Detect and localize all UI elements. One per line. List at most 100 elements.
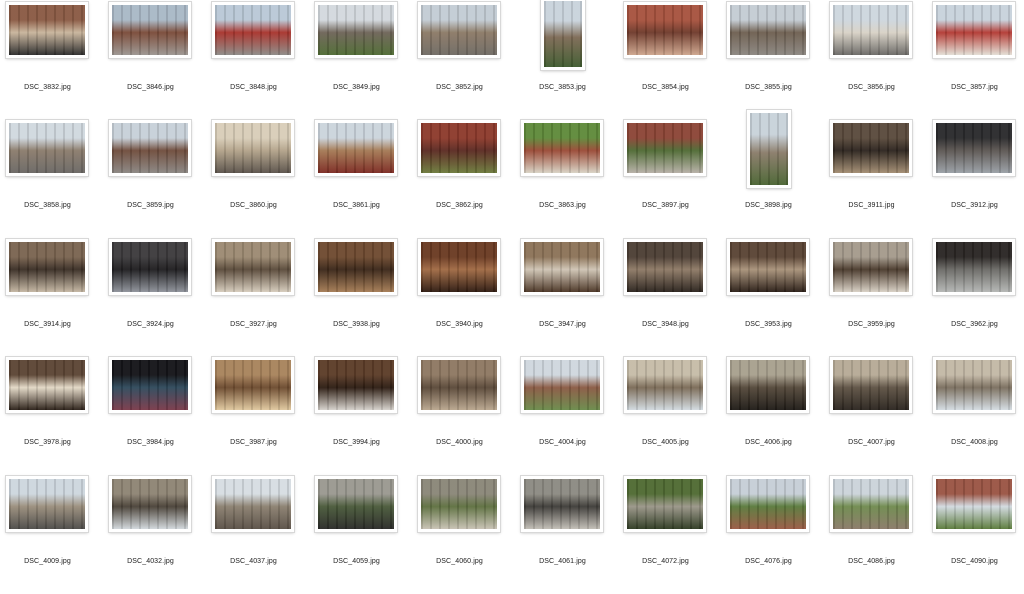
file-item[interactable]: DSC_4007.jpg [820,357,923,475]
file-item[interactable]: DSC_4005.jpg [614,357,717,475]
file-item[interactable]: DSC_3855.jpg [717,2,820,120]
file-item[interactable]: DSC_3959.jpg [820,239,923,357]
thumbnail-image[interactable] [624,476,706,532]
file-item[interactable]: DSC_3927.jpg [202,239,305,357]
thumbnail-image[interactable] [315,357,397,413]
thumbnail-image[interactable] [418,476,500,532]
file-item[interactable]: DSC_3859.jpg [99,120,202,238]
thumbnail-image[interactable] [933,2,1015,58]
thumbnail-image[interactable] [315,2,397,58]
thumbnail-image[interactable] [212,2,294,58]
file-item[interactable]: DSC_4006.jpg [717,357,820,475]
file-item[interactable]: DSC_3953.jpg [717,239,820,357]
thumbnail-image[interactable] [315,239,397,295]
thumbnail-image[interactable] [418,239,500,295]
thumbnail-image[interactable] [727,239,809,295]
file-item[interactable]: DSC_3854.jpg [614,2,717,120]
thumbnail-image[interactable] [521,239,603,295]
thumbnail-image[interactable] [418,357,500,413]
file-item[interactable]: DSC_3947.jpg [511,239,614,357]
thumbnail-image[interactable] [6,120,88,176]
thumbnail-image[interactable] [521,357,603,413]
file-item[interactable]: DSC_3994.jpg [305,357,408,475]
file-item[interactable]: DSC_3924.jpg [99,239,202,357]
file-item[interactable]: DSC_3962.jpg [923,239,1024,357]
thumbnail-image[interactable] [830,239,912,295]
thumbnail-image[interactable] [521,120,603,176]
file-item[interactable]: DSC_3858.jpg [0,120,99,238]
file-item[interactable]: DSC_4060.jpg [408,476,511,594]
file-item[interactable]: DSC_3846.jpg [99,2,202,120]
file-item[interactable]: DSC_3853.jpg [511,0,614,120]
file-item[interactable]: DSC_4032.jpg [99,476,202,594]
file-item[interactable]: DSC_3860.jpg [202,120,305,238]
file-item[interactable]: DSC_4072.jpg [614,476,717,594]
thumbnail-image[interactable] [212,239,294,295]
thumbnail-image[interactable] [212,120,294,176]
file-item[interactable]: DSC_3856.jpg [820,2,923,120]
thumbnail-image[interactable] [624,357,706,413]
thumbnail-image[interactable] [418,120,500,176]
file-item[interactable]: DSC_4061.jpg [511,476,614,594]
thumbnail-image[interactable] [109,357,191,413]
thumbnail-image[interactable] [747,110,791,188]
file-item[interactable]: DSC_3940.jpg [408,239,511,357]
file-item[interactable]: DSC_3898.jpg [717,110,820,238]
thumbnail-image[interactable] [624,120,706,176]
thumbnail-image[interactable] [624,239,706,295]
file-item[interactable]: DSC_3984.jpg [99,357,202,475]
thumbnail-image[interactable] [830,2,912,58]
thumbnail-image[interactable] [830,357,912,413]
thumbnail-image[interactable] [212,476,294,532]
file-item[interactable]: DSC_4004.jpg [511,357,614,475]
thumbnail-image[interactable] [109,2,191,58]
file-item[interactable]: DSC_4076.jpg [717,476,820,594]
file-item[interactable]: DSC_4000.jpg [408,357,511,475]
thumbnail-image[interactable] [109,239,191,295]
thumbnail-image[interactable] [315,476,397,532]
thumbnail-image[interactable] [109,476,191,532]
file-item[interactable]: DSC_4059.jpg [305,476,408,594]
file-item[interactable]: DSC_4086.jpg [820,476,923,594]
thumbnail-image[interactable] [418,2,500,58]
thumbnail-image[interactable] [315,120,397,176]
file-item[interactable]: DSC_3848.jpg [202,2,305,120]
thumbnail-image[interactable] [6,357,88,413]
thumbnail-image[interactable] [727,476,809,532]
thumbnail-image[interactable] [933,239,1015,295]
thumbnail-image[interactable] [727,357,809,413]
thumbnail-image[interactable] [6,239,88,295]
file-item[interactable]: DSC_3861.jpg [305,120,408,238]
file-item[interactable]: DSC_3857.jpg [923,2,1024,120]
file-item[interactable]: DSC_3912.jpg [923,120,1024,238]
thumbnail-image[interactable] [6,476,88,532]
file-item[interactable]: DSC_3978.jpg [0,357,99,475]
thumbnail-image[interactable] [727,2,809,58]
thumbnail-image[interactable] [624,2,706,58]
file-item[interactable]: DSC_4008.jpg [923,357,1024,475]
file-item[interactable]: DSC_3987.jpg [202,357,305,475]
file-item[interactable]: DSC_4037.jpg [202,476,305,594]
file-item[interactable]: DSC_3832.jpg [0,2,99,120]
thumbnail-image[interactable] [830,476,912,532]
file-item[interactable]: DSC_3914.jpg [0,239,99,357]
thumbnail-image[interactable] [933,357,1015,413]
thumbnail-image[interactable] [830,120,912,176]
file-item[interactable]: DSC_4009.jpg [0,476,99,594]
file-item[interactable]: DSC_3938.jpg [305,239,408,357]
thumbnail-image[interactable] [6,2,88,58]
thumbnail-image[interactable] [541,0,585,70]
thumbnail-image[interactable] [109,120,191,176]
file-item[interactable]: DSC_3911.jpg [820,120,923,238]
file-item[interactable]: DSC_3897.jpg [614,120,717,238]
file-item[interactable]: DSC_3862.jpg [408,120,511,238]
thumbnail-image[interactable] [933,120,1015,176]
thumbnail-image[interactable] [521,476,603,532]
file-item[interactable]: DSC_3863.jpg [511,120,614,238]
file-item[interactable]: DSC_3852.jpg [408,2,511,120]
file-item[interactable]: DSC_3849.jpg [305,2,408,120]
file-item[interactable]: DSC_4090.jpg [923,476,1024,594]
file-item[interactable]: DSC_3948.jpg [614,239,717,357]
thumbnail-image[interactable] [212,357,294,413]
thumbnail-image[interactable] [933,476,1015,532]
